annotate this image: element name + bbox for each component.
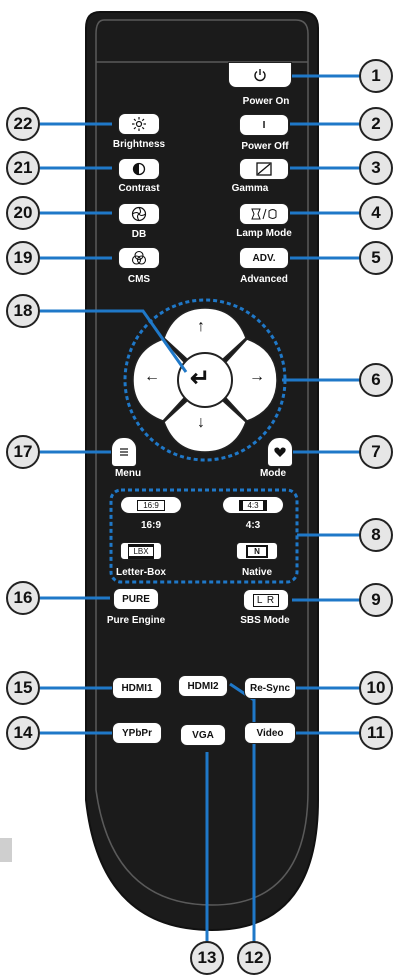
pure-engine-label: Pure Engine [106,615,166,626]
callout-8: 8 [359,518,393,552]
callout-6: 6 [359,363,393,397]
contrast-button[interactable] [118,158,160,180]
video-button[interactable]: Video [244,722,296,744]
remote-outline [40,11,360,944]
callout-22: 22 [6,107,40,141]
lamp-mode-icon [251,208,277,220]
pure-glyph: PURE [122,593,150,605]
callout-9: 9 [359,583,393,617]
cms-label: CMS [127,274,151,285]
gamma-button[interactable] [239,158,289,180]
callout-4: 4 [359,196,393,230]
advanced-label: Advanced [240,274,288,285]
sbs-glyph: L R [252,593,280,607]
resync-button[interactable]: Re-Sync [244,677,296,699]
gamma-icon [256,162,272,176]
mode-button[interactable] [267,437,293,467]
letterbox-label: Letter-Box [115,567,166,578]
power-icon [254,69,266,82]
letterbox-glyph: LBX [128,543,154,559]
vga-button[interactable]: VGA [180,724,226,746]
gamma-label: Gamma [231,183,269,194]
callout-7: 7 [359,435,393,469]
callout-2: 2 [359,107,393,141]
brightness-button[interactable] [118,113,160,135]
callout-5: 5 [359,241,393,275]
cms-icon [131,250,147,265]
brightness-label: Brightness [112,139,166,150]
vga-glyph: VGA [192,729,214,741]
native-label: Native [241,567,272,578]
callout-17: 17 [6,435,40,469]
callout-14: 14 [6,716,40,750]
callout-20: 20 [6,196,40,230]
contrast-label: Contrast [118,183,160,194]
ypbpr-button[interactable]: YPbPr [112,722,162,744]
enter-button[interactable]: ↵ [190,364,210,393]
callout-15: 15 [6,671,40,705]
advanced-button[interactable]: ADV. [239,247,289,269]
power-on-label: Power On [242,96,290,107]
native-glyph: N [246,544,268,558]
aspect-16-9-label: 16:9 [140,520,161,531]
callout-16: 16 [6,581,40,615]
dpad-right-button[interactable]: → [249,368,265,386]
native-button[interactable]: N [236,542,278,560]
hdmi1-glyph: HDMI1 [121,682,153,694]
dpad-up-button[interactable]: ↑ [197,318,205,336]
contrast-icon [132,162,146,176]
callout-12: 12 [237,941,271,975]
remote-diagram: Power On I Power Off Gamma Lamp Mode ADV… [0,0,398,976]
callout-21: 21 [6,151,40,185]
hdmi2-button[interactable]: HDMI2 [178,675,228,697]
mode-icon [274,447,286,457]
lamp-mode-button[interactable] [239,203,289,225]
menu-button[interactable] [111,437,137,467]
aspect-16-9-glyph: 16:9 [137,499,165,511]
video-glyph: Video [256,727,284,739]
power-off-button[interactable]: I [239,114,289,136]
aspect-16-9-button[interactable]: 16:9 [120,496,182,514]
aspect-4-3-glyph: 4:3 [239,499,267,511]
callout-10: 10 [359,671,393,705]
power-on-button[interactable] [228,62,292,88]
db-icon [131,206,147,222]
lamp-mode-label: Lamp Mode [236,228,292,239]
menu-icon [120,448,128,456]
callout-11: 11 [359,716,393,750]
resync-glyph: Re-Sync [249,682,290,694]
hdmi2-glyph: HDMI2 [187,680,219,692]
menu-label: Menu [114,468,142,479]
cms-button[interactable] [118,247,160,269]
pure-engine-button[interactable]: PURE [113,588,159,610]
aspect-4-3-button[interactable]: 4:3 [222,496,284,514]
advanced-glyph: ADV. [252,252,276,264]
mode-label: Mode [259,468,287,479]
dpad-down-button[interactable]: ↓ [197,414,205,432]
power-off-label: Power Off [241,141,289,152]
db-label: DB [131,229,147,240]
callout-13: 13 [190,941,224,975]
power-off-glyph: I [262,119,266,131]
hdmi1-button[interactable]: HDMI1 [112,677,162,699]
dpad-left-button[interactable]: ← [144,368,160,386]
callout-19: 19 [6,241,40,275]
page-tab-marker [0,838,12,862]
callout-18: 18 [6,294,40,328]
sbs-mode-button[interactable]: L R [243,589,289,611]
ypbpr-glyph: YPbPr [121,727,152,739]
db-button[interactable] [118,203,160,225]
aspect-4-3-label: 4:3 [245,520,261,531]
sbs-mode-label: SBS Mode [240,615,290,626]
callout-1: 1 [359,59,393,93]
brightness-icon [132,117,146,131]
letterbox-button[interactable]: LBX [120,542,162,560]
callout-3: 3 [359,151,393,185]
